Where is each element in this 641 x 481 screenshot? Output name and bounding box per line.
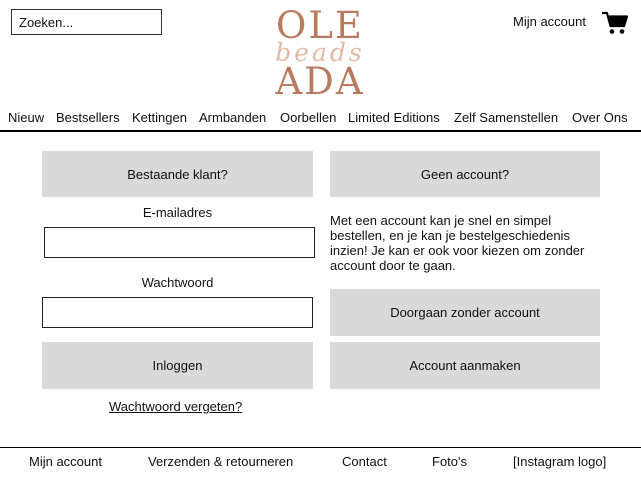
nav-item-bestsellers[interactable]: Bestsellers <box>56 110 120 125</box>
nav-item-over-ons[interactable]: Over Ons <box>572 110 628 125</box>
password-field[interactable] <box>42 297 313 328</box>
footer-shipping-returns[interactable]: Verzenden & retourneren <box>148 454 293 469</box>
store-logo[interactable]: OLE beads ADA <box>272 6 368 102</box>
footer-photos[interactable]: Foto's <box>432 454 467 469</box>
nav-item-oorbellen[interactable]: Oorbellen <box>280 110 336 125</box>
login-button[interactable]: Inloggen <box>42 342 313 389</box>
nav-item-kettingen[interactable]: Kettingen <box>132 110 187 125</box>
nav-item-limited-editions[interactable]: Limited Editions <box>348 110 440 125</box>
email-field[interactable] <box>44 227 315 258</box>
nav-item-armbanden[interactable]: Armbanden <box>199 110 266 125</box>
account-description: Met een account kan je snel en simpel be… <box>330 213 585 273</box>
logo-line-bottom: ADA <box>275 60 365 103</box>
existing-customer-heading: Bestaande klant? <box>42 151 313 197</box>
nav-divider <box>0 130 641 132</box>
search-input[interactable] <box>11 9 162 35</box>
footer-contact[interactable]: Contact <box>342 454 387 469</box>
my-account-link[interactable]: Mijn account <box>513 14 586 29</box>
continue-without-account-button[interactable]: Doorgaan zonder account <box>330 289 600 336</box>
main-nav: Nieuw Bestsellers Kettingen Armbanden Oo… <box>0 110 641 128</box>
shopping-cart-icon[interactable] <box>601 11 629 35</box>
password-label: Wachtwoord <box>141 275 214 290</box>
forgot-password-link[interactable]: Wachtwoord vergeten? <box>109 399 242 414</box>
footer-instagram-logo[interactable]: [Instagram logo] <box>513 454 606 469</box>
footer-my-account[interactable]: Mijn account <box>29 454 102 469</box>
footer-divider <box>0 447 641 448</box>
nav-item-nieuw[interactable]: Nieuw <box>8 110 44 125</box>
no-account-heading: Geen account? <box>330 151 600 197</box>
nav-item-zelf-samenstellen[interactable]: Zelf Samenstellen <box>454 110 558 125</box>
email-label: E-mailadres <box>142 205 213 220</box>
create-account-button[interactable]: Account aanmaken <box>330 342 600 389</box>
